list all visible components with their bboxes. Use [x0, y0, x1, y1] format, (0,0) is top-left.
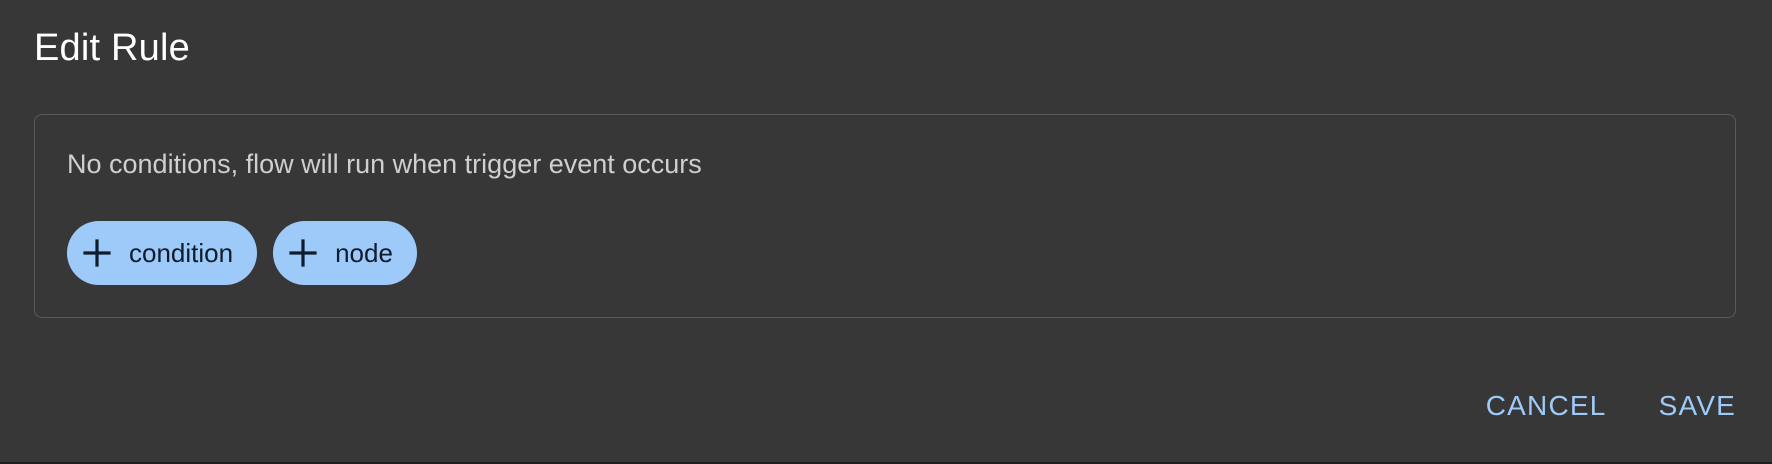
dialog-title: Edit Rule	[34, 27, 190, 69]
plus-icon	[287, 237, 319, 269]
add-node-button[interactable]: node	[273, 221, 417, 285]
conditions-panel: No conditions, flow will run when trigge…	[34, 114, 1736, 318]
dialog-actions: CANCEL SAVE	[1480, 384, 1742, 428]
edit-rule-dialog: Edit Rule No conditions, flow will run w…	[0, 0, 1772, 462]
add-condition-label: condition	[129, 237, 234, 268]
plus-icon	[81, 237, 113, 269]
add-condition-button[interactable]: condition	[67, 221, 258, 285]
cancel-button[interactable]: CANCEL	[1480, 384, 1613, 428]
no-conditions-message: No conditions, flow will run when trigge…	[67, 149, 702, 179]
add-node-label: node	[335, 237, 393, 268]
add-chip-row: condition node	[67, 221, 417, 285]
save-button[interactable]: SAVE	[1653, 384, 1742, 428]
